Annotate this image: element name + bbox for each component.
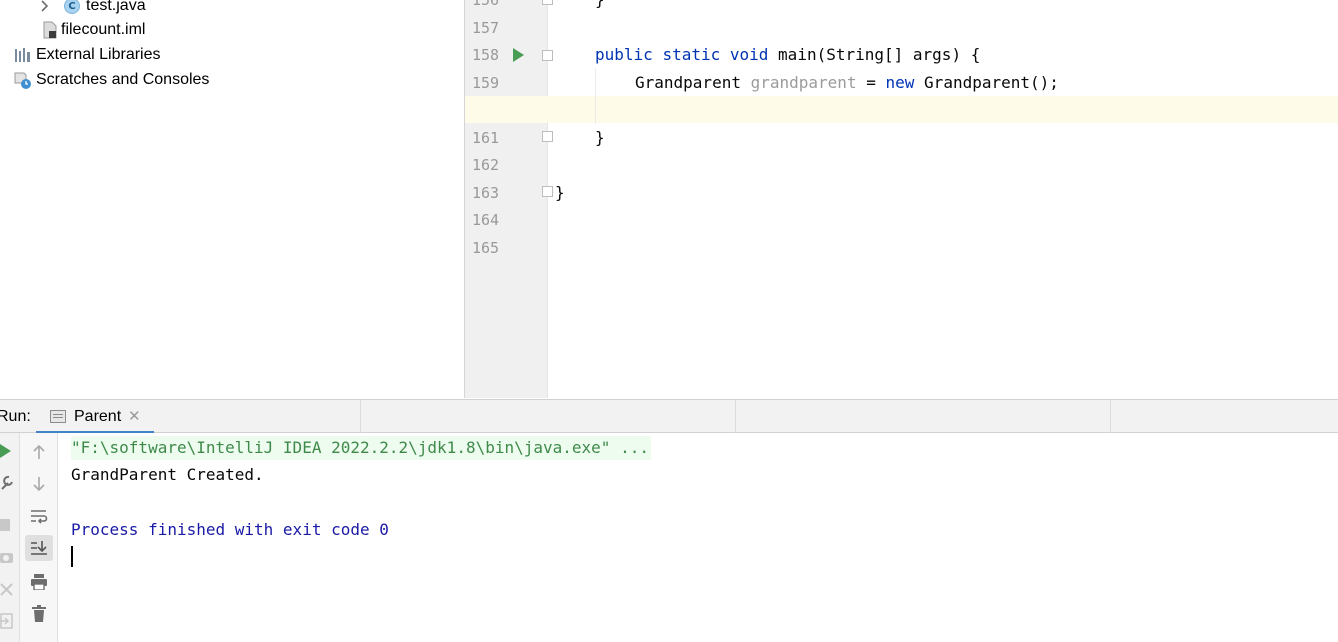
- tree-item-label: test.java: [86, 0, 146, 14]
- trash-icon[interactable]: [25, 601, 53, 627]
- text-caret: [71, 546, 73, 567]
- rerun-icon[interactable]: [0, 444, 12, 463]
- chevron-right-icon[interactable]: [40, 0, 60, 16]
- run-title: Run:: [0, 408, 31, 425]
- line-number: 156: [472, 0, 500, 9]
- run-tab-label: Parent: [74, 408, 122, 425]
- arrow-up-icon[interactable]: [25, 439, 53, 465]
- console-output[interactable]: "F:\software\IntelliJ IDEA 2022.2.2\jdk1…: [71, 433, 1338, 642]
- run-tool-window-header: Run: Parent ✕: [0, 399, 1338, 434]
- scroll-to-end-icon[interactable]: [25, 535, 53, 561]
- console-exit-line: Process finished with exit code 0: [71, 520, 389, 539]
- header-divider: [735, 400, 736, 433]
- header-divider: [1110, 400, 1111, 433]
- code-line-161: }: [595, 128, 605, 147]
- console-toolbar: [20, 433, 58, 642]
- console-command-line[interactable]: "F:\software\IntelliJ IDEA 2022.2.2\jdk1…: [71, 436, 651, 460]
- code-line-158: public static void main(String[] args) {: [595, 45, 981, 64]
- code-editor[interactable]: 156 157 158 159 160 161 162 163 164 165 …: [465, 0, 1338, 398]
- exit-icon[interactable]: [0, 613, 14, 634]
- run-left-toolbar: [0, 433, 20, 642]
- line-number: 162: [472, 156, 500, 174]
- tree-item-scratches[interactable]: Scratches and Consoles: [14, 68, 209, 92]
- code-area[interactable]: } public static void main(String[] args)…: [465, 0, 1338, 398]
- arrow-down-icon[interactable]: [25, 471, 53, 497]
- tree-item-filecount-iml[interactable]: filecount.iml: [42, 18, 145, 42]
- line-number: 164: [472, 211, 500, 229]
- stop-icon[interactable]: [0, 518, 10, 536]
- pin-icon[interactable]: [0, 583, 14, 604]
- code-line-159: Grandparent grandparent = new Grandparen…: [635, 73, 1059, 92]
- camera-icon[interactable]: [0, 550, 14, 569]
- tree-item-test-java[interactable]: C test.java: [40, 0, 146, 18]
- indent-guide: [595, 68, 596, 124]
- print-icon[interactable]: [25, 569, 53, 595]
- soft-wrap-icon[interactable]: [25, 504, 53, 530]
- line-number: 165: [472, 239, 500, 257]
- library-icon: [14, 47, 32, 63]
- project-tool-window: C test.java filecount.iml External Libra…: [0, 0, 465, 398]
- wrench-icon[interactable]: [0, 475, 14, 496]
- java-class-icon: C: [64, 0, 80, 14]
- code-line-163: }: [555, 183, 565, 202]
- line-number: 158: [472, 46, 500, 64]
- tree-item-label: Scratches and Consoles: [36, 71, 210, 88]
- header-divider: [360, 400, 361, 433]
- scratches-icon: [14, 71, 32, 89]
- run-tab-parent[interactable]: Parent ✕: [36, 400, 154, 434]
- console-icon: [50, 410, 66, 423]
- code-line-156: }: [595, 0, 605, 10]
- iml-file-icon: [42, 21, 58, 39]
- line-number: 157: [472, 19, 500, 37]
- tree-item-external-libraries[interactable]: External Libraries: [14, 43, 161, 67]
- line-number: 163: [472, 184, 500, 202]
- tree-item-label: filecount.iml: [61, 21, 146, 38]
- line-number: 161: [472, 129, 500, 147]
- run-main-icon[interactable]: [513, 48, 524, 62]
- editor-gutter[interactable]: 156 157 158 159 160 161 162 163 164 165: [465, 0, 553, 398]
- tree-item-label: External Libraries: [36, 46, 161, 63]
- console-output-line: GrandParent Created.: [71, 465, 264, 484]
- close-icon[interactable]: ✕: [128, 407, 141, 425]
- run-tool-window: "F:\software\IntelliJ IDEA 2022.2.2\jdk1…: [0, 433, 1338, 642]
- line-number: 159: [472, 74, 500, 92]
